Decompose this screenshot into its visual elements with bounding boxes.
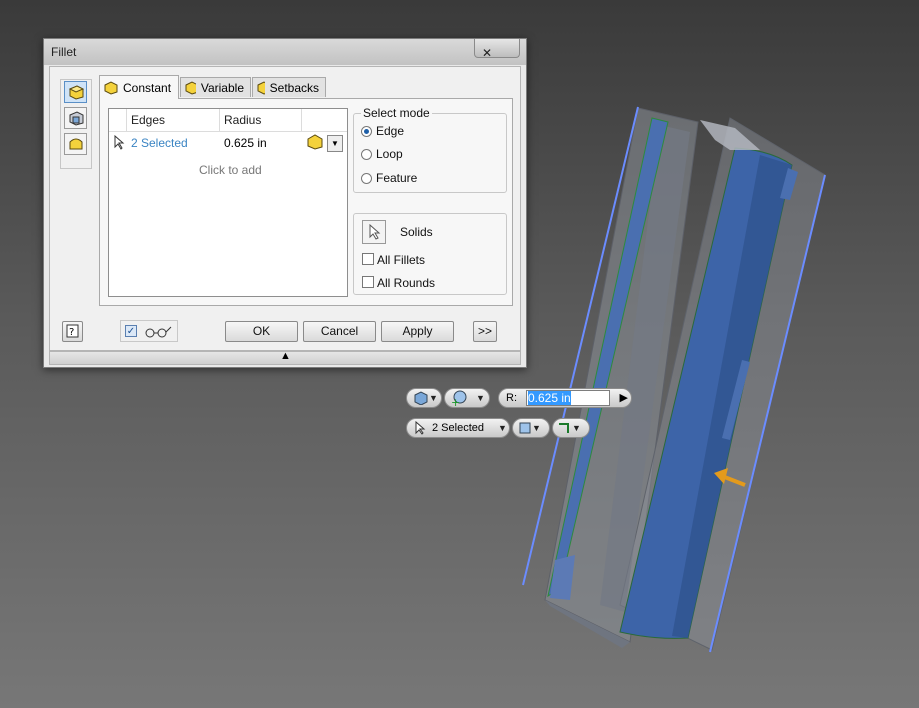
fillet-edge-icon	[519, 422, 531, 434]
glasses-icon	[145, 326, 172, 338]
solids-select-button[interactable]	[362, 220, 386, 244]
select-mode-title: Select mode	[361, 106, 432, 120]
grid-header: Edges Radius	[109, 109, 347, 132]
help-icon: ?	[66, 324, 79, 338]
fillet-dialog: Fillet ✕ Constant Variable Setbacks Edge…	[43, 38, 527, 368]
face-fillet-icon	[69, 111, 83, 126]
edge-set-grid[interactable]: Edges Radius 2 Selected 0.625 in ▼ Click…	[108, 108, 348, 297]
column-separator	[301, 109, 302, 131]
cube-icon	[414, 391, 428, 405]
tab-label: Constant	[123, 80, 172, 95]
chevron-down-icon: ▼	[476, 393, 485, 403]
radio-feature-label[interactable]: Feature	[376, 171, 417, 185]
dialog-title: Fillet	[51, 45, 77, 59]
column-separator	[219, 109, 220, 131]
mini-toolbar-fillet-type[interactable]: ▼	[512, 418, 550, 438]
constant-tab-panel: Edges Radius 2 Selected 0.625 in ▼ Click…	[99, 98, 513, 306]
solids-label: Solids	[400, 225, 433, 239]
edge-fillet-icon	[68, 85, 84, 100]
mini-toolbar-corner-style[interactable]: ▼	[552, 418, 590, 438]
radius-label: R:	[506, 392, 517, 404]
tab-label: Variable	[200, 80, 244, 95]
edge-fillet-button[interactable]	[64, 81, 87, 103]
expand-arrow-icon: ▲	[280, 350, 291, 362]
mini-toolbar-solid-dropdown[interactable]: ▼	[406, 388, 442, 408]
select-mode-group: Select mode Edge Loop Feature	[353, 106, 507, 193]
full-round-fillet-icon	[69, 138, 82, 150]
apply-button[interactable]: Apply	[381, 321, 454, 342]
table-row[interactable]: 2 Selected 0.625 in ▼	[109, 133, 347, 153]
cursor-arrow-icon	[114, 135, 125, 150]
dialog-titlebar[interactable]: Fillet ✕	[44, 39, 526, 65]
preview-checkbox[interactable]: ✓	[125, 325, 137, 337]
fillet-constant-icon	[104, 80, 118, 95]
cursor-arrow-icon	[369, 224, 381, 240]
selection-count: 2 Selected	[432, 422, 484, 434]
column-header-edges: Edges	[131, 113, 166, 127]
radius-cell[interactable]: 0.625 in	[224, 136, 267, 150]
tab-constant[interactable]: Constant	[99, 75, 179, 99]
radio-feature[interactable]	[361, 173, 372, 184]
add-row-text[interactable]: Click to add	[199, 163, 262, 177]
radio-loop-label[interactable]: Loop	[376, 147, 403, 161]
chevron-down-icon: ▼	[429, 393, 438, 403]
svg-text:+: +	[451, 396, 460, 406]
add-set-icon: +	[451, 390, 467, 406]
extrusion-part[interactable]	[522, 106, 826, 653]
chevron-down-icon: ▼	[572, 423, 581, 433]
close-button[interactable]: ✕	[474, 39, 520, 60]
svg-text:?: ?	[69, 327, 74, 338]
radius-input[interactable]: 0.625 in	[526, 390, 610, 406]
mini-toolbar-selection[interactable]: 2 Selected ▼	[406, 418, 510, 438]
tab-setbacks[interactable]: Setbacks	[252, 77, 326, 97]
tab-variable[interactable]: Variable	[180, 77, 251, 97]
solids-group: Solids All Fillets All Rounds	[353, 213, 507, 295]
all-rounds-checkbox[interactable]	[362, 276, 374, 288]
fillet-type-dropdown[interactable]: ▼	[327, 135, 343, 152]
radio-edge-label[interactable]: Edge	[376, 124, 404, 138]
fillet-setbacks-icon	[257, 80, 265, 95]
chevron-down-icon: ▼	[532, 423, 541, 433]
column-header-radius: Radius	[224, 113, 262, 127]
radio-edge[interactable]	[361, 126, 372, 137]
preview-toggle[interactable]: ✓	[120, 320, 178, 342]
fillet-type-icon[interactable]	[307, 134, 323, 150]
cancel-button[interactable]: Cancel	[303, 321, 376, 342]
dialog-expander[interactable]: ▲	[49, 350, 521, 365]
fillet-variable-icon	[185, 80, 196, 95]
column-separator	[126, 109, 127, 131]
all-fillets-checkbox[interactable]	[362, 253, 374, 265]
corner-style-icon	[559, 423, 569, 433]
chevron-down-icon: ▼	[497, 423, 507, 433]
more-button[interactable]: >>	[473, 321, 497, 342]
tab-label: Setbacks	[269, 80, 319, 95]
full-round-fillet-button[interactable]	[64, 133, 87, 155]
radio-loop[interactable]	[361, 149, 372, 160]
edges-cell[interactable]: 2 Selected	[131, 136, 188, 150]
all-fillets-label[interactable]: All Fillets	[377, 253, 425, 267]
all-rounds-label[interactable]: All Rounds	[377, 276, 435, 290]
close-icon: ✕	[482, 46, 493, 60]
ok-button[interactable]: OK	[225, 321, 298, 342]
dialog-body: Constant Variable Setbacks Edges Radius	[49, 66, 521, 351]
cursor-arrow-icon	[415, 421, 426, 435]
face-fillet-button[interactable]	[64, 107, 87, 129]
help-button[interactable]: ?	[62, 321, 83, 342]
play-icon[interactable]: ▶	[620, 391, 628, 404]
mini-toolbar-add-edge-set[interactable]: + ▼	[444, 388, 490, 408]
